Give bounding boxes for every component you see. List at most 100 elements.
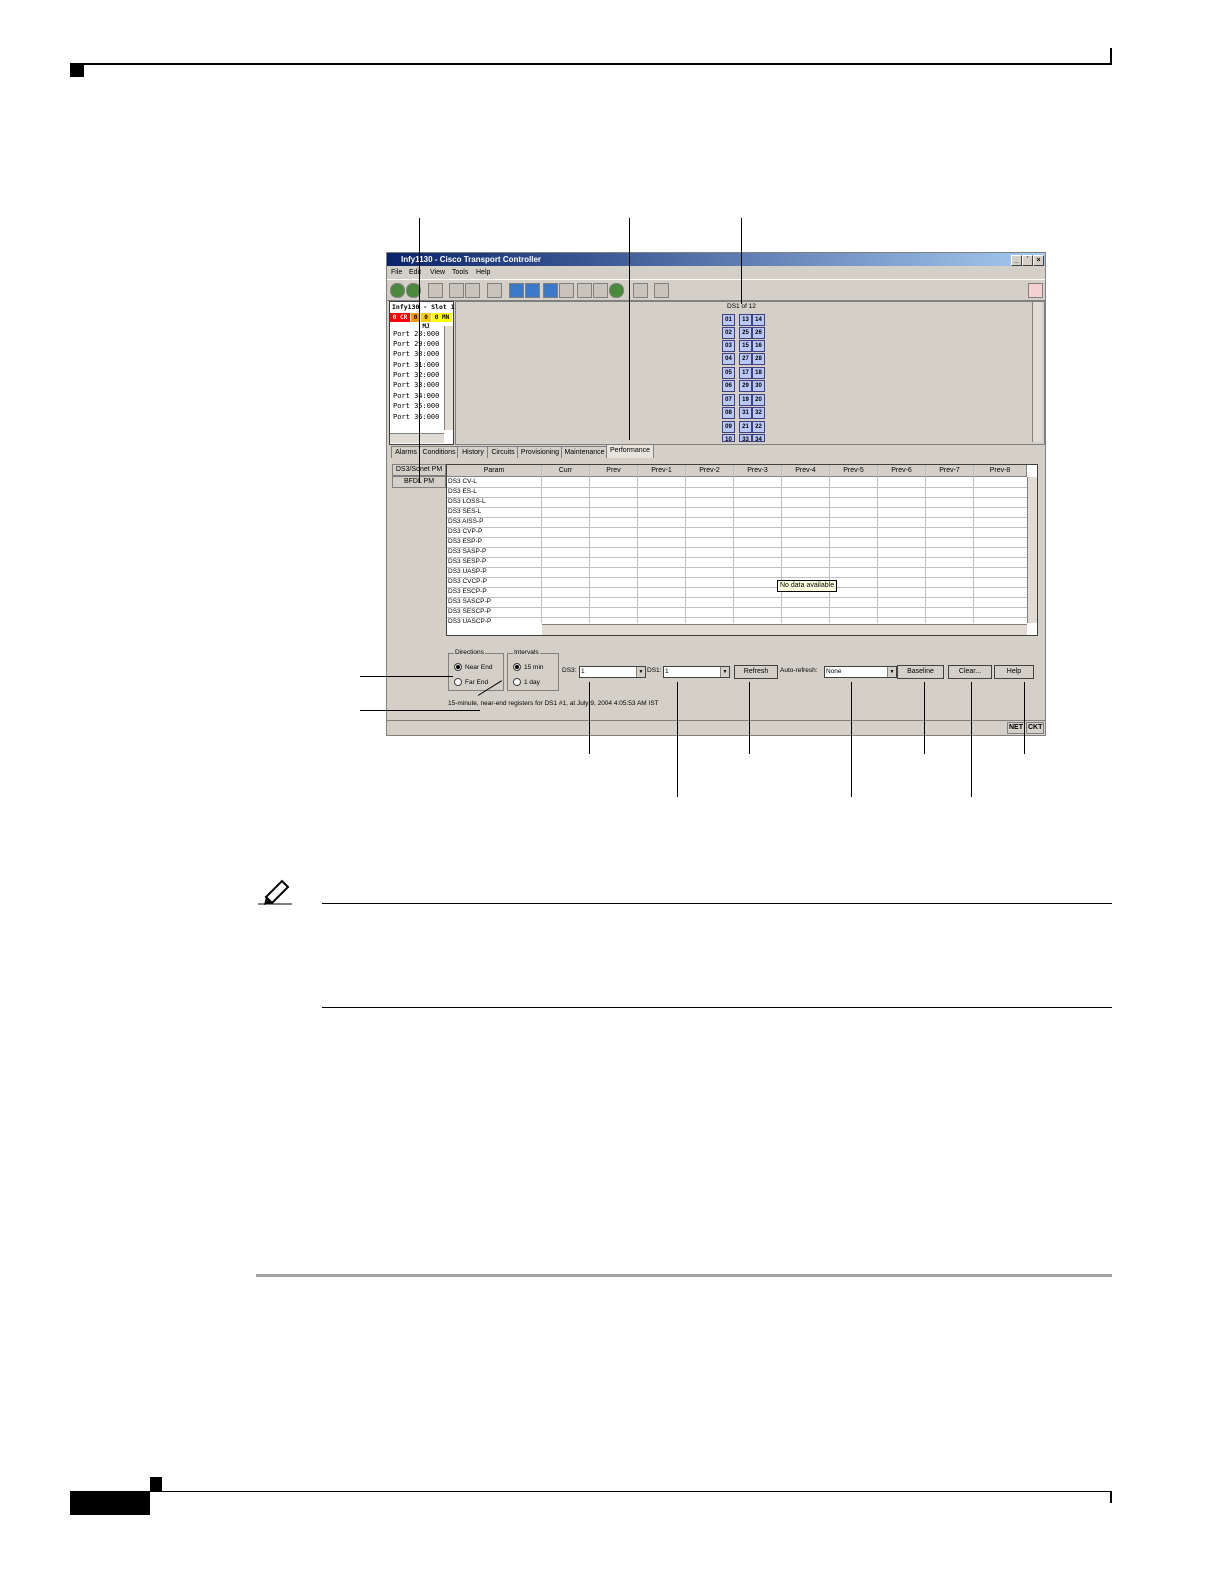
ds1-slot[interactable]: 04	[722, 353, 735, 365]
ds1-select[interactable]: 1 ▼	[663, 666, 730, 678]
ds1-slot[interactable]: 13	[739, 314, 752, 326]
card-view-vscrollbar[interactable]	[1032, 302, 1042, 442]
home-icon[interactable]	[577, 283, 592, 298]
column-header[interactable]: Prev-2	[686, 465, 734, 477]
table-row[interactable]: DS3 SES-L	[448, 507, 481, 517]
help-button[interactable]: Help	[994, 665, 1034, 679]
port-row[interactable]: Port 36:000	[393, 412, 439, 422]
up-arrow-icon[interactable]	[543, 283, 558, 298]
autorefresh-select[interactable]: None ▼	[824, 666, 897, 678]
ds1-slot[interactable]: 28	[752, 353, 765, 365]
globe-icon[interactable]	[609, 283, 624, 298]
table-row[interactable]: DS3 ESCP-P	[448, 587, 487, 597]
table-row[interactable]: DS3 LOSS-L	[448, 497, 486, 507]
ds1-slot[interactable]: 25	[739, 327, 752, 339]
print-icon[interactable]	[449, 283, 464, 298]
card-view-icon[interactable]	[654, 283, 669, 298]
ds3-select[interactable]: 1 ▼	[579, 666, 646, 678]
port-row[interactable]: Port 33:000	[393, 380, 439, 390]
ds1-slot[interactable]: 14	[752, 314, 765, 326]
ds1-slot[interactable]: 15	[739, 340, 752, 352]
menu-help[interactable]: Help	[476, 267, 490, 278]
network-view-icon[interactable]	[390, 283, 405, 298]
tab-maintenance[interactable]: Maintenance	[561, 446, 608, 458]
table-row[interactable]: DS3 ES-L	[448, 487, 477, 497]
ds1-slot[interactable]: 02	[722, 327, 735, 339]
refresh-button[interactable]: Refresh	[734, 665, 778, 679]
table-row[interactable]: DS3 AISS-P	[448, 517, 483, 527]
ds1-slot[interactable]: 32	[752, 407, 765, 419]
far-end-radio[interactable]: Far End	[454, 678, 488, 687]
table-row[interactable]: DS3 SESP-P	[448, 557, 486, 567]
ds1-slot[interactable]: 17	[739, 367, 752, 379]
ds1-slot[interactable]: 19	[739, 394, 752, 406]
port-row[interactable]: Port 32:000	[393, 370, 439, 380]
alarm-list-hscrollbar[interactable]	[390, 433, 444, 443]
port-row[interactable]: Port 31:000	[393, 360, 439, 370]
ds1-slot[interactable]: 06	[722, 380, 735, 392]
table-row[interactable]: DS3 UASP-P	[448, 567, 487, 577]
table-row[interactable]: DS3 CV-L	[448, 477, 477, 487]
close-button[interactable]: ×	[1033, 255, 1044, 266]
column-header[interactable]: Param	[447, 465, 542, 477]
preferences-icon[interactable]	[487, 283, 502, 298]
column-header[interactable]: Prev-6	[878, 465, 926, 477]
link-icon[interactable]	[593, 283, 608, 298]
ds1-slot[interactable]: 30	[752, 380, 765, 392]
port-row[interactable]: Port 28:000	[393, 329, 439, 339]
ds1-slot[interactable]: 07	[722, 394, 735, 406]
port-row[interactable]: Port 35:000	[393, 401, 439, 411]
table-row[interactable]: DS3 SASCP-P	[448, 597, 491, 607]
topology-icon[interactable]	[633, 283, 648, 298]
column-header[interactable]: Prev-4	[782, 465, 830, 477]
column-header[interactable]: Prev-1	[638, 465, 686, 477]
back-arrow-icon[interactable]	[509, 283, 524, 298]
ds1-slot[interactable]: 09	[722, 421, 735, 433]
ds1-slot[interactable]: 26	[752, 327, 765, 339]
column-header[interactable]: Prev-7	[926, 465, 974, 477]
clear-button[interactable]: Clear...	[948, 665, 992, 679]
table-row[interactable]: DS3 SESCP-P	[448, 607, 491, 617]
column-header[interactable]: Prev	[590, 465, 638, 477]
day1-radio[interactable]: 1 day	[513, 678, 540, 687]
menu-tools[interactable]: Tools	[452, 267, 468, 278]
tab-provisioning[interactable]: Provisioning	[517, 446, 563, 458]
menu-file[interactable]: File	[391, 267, 402, 278]
port-row[interactable]: Port 29:000	[393, 339, 439, 349]
restore-button[interactable]: ´	[1022, 255, 1033, 266]
ds1-slot[interactable]: 20	[752, 394, 765, 406]
ds1-slot[interactable]: 01	[722, 314, 735, 326]
ds1-slot[interactable]: 05	[722, 367, 735, 379]
forward-arrow-icon[interactable]	[525, 283, 540, 298]
ds1-slot[interactable]: 33	[739, 434, 752, 443]
port-row[interactable]: Port 34:000	[393, 391, 439, 401]
column-header[interactable]: Prev-8	[974, 465, 1027, 477]
ds1-slot[interactable]: 34	[752, 434, 765, 443]
minimize-button[interactable]: _	[1011, 255, 1022, 266]
tab-history[interactable]: History	[457, 446, 489, 458]
menu-view[interactable]: View	[430, 267, 445, 278]
down-arrow-icon[interactable]	[559, 283, 574, 298]
table-row[interactable]: DS3 CVP-P	[448, 527, 482, 537]
column-header[interactable]: Prev-3	[734, 465, 782, 477]
ds1-slot[interactable]: 27	[739, 353, 752, 365]
ds1-slot[interactable]: 22	[752, 421, 765, 433]
tab-conditions[interactable]: Conditions	[419, 446, 459, 458]
grid-vscrollbar[interactable]	[1027, 477, 1037, 623]
ds1-slot[interactable]: 16	[752, 340, 765, 352]
ds1-slot[interactable]: 18	[752, 367, 765, 379]
table-row[interactable]: DS3 CVCP-P	[448, 577, 487, 587]
ds1-slot[interactable]: 31	[739, 407, 752, 419]
port-row[interactable]: Port 30:000	[393, 349, 439, 359]
table-row[interactable]: DS3 SASP-P	[448, 547, 486, 557]
min15-radio[interactable]: 15 min	[513, 663, 544, 672]
table-row[interactable]: DS3 UASCP-P	[448, 617, 491, 627]
tab-circuits[interactable]: Circuits	[487, 446, 519, 458]
tab-performance[interactable]: Performance	[606, 444, 654, 458]
alarm-list-vscrollbar[interactable]	[444, 326, 453, 430]
grid-hscrollbar[interactable]	[542, 624, 1027, 635]
lock-icon[interactable]	[428, 283, 443, 298]
ds1-slot[interactable]: 03	[722, 340, 735, 352]
baseline-button[interactable]: Baseline	[897, 665, 944, 679]
export-icon[interactable]	[465, 283, 480, 298]
